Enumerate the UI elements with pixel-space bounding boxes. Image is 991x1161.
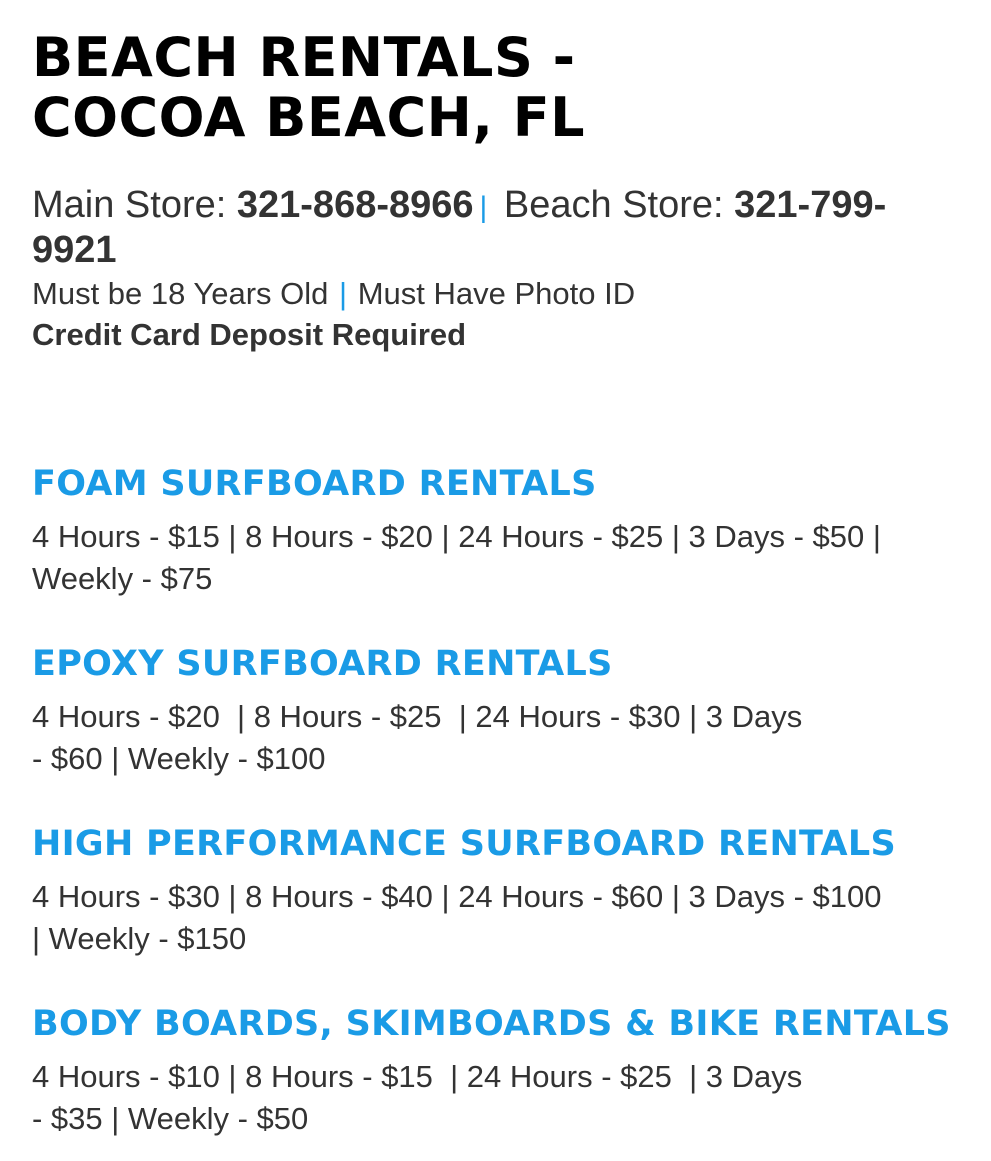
separator: |: [339, 276, 348, 311]
id-requirement: Must Have Photo ID: [349, 276, 636, 311]
price-list: 4 Hours - $30 | 8 Hours - $40 | 24 Hours…: [32, 879, 882, 956]
section-title: HIGH PERFORMANCE SURFBOARD RENTALS: [32, 824, 896, 864]
section-foam-surfboard: FOAM SURFBOARD RENTALS 4 Hours - $15 | 8…: [32, 464, 962, 600]
section-body-skim-bike: BODY BOARDS, SKIMBOARDS & BIKE RENTALS 4…: [32, 1004, 962, 1140]
age-requirement: Must be 18 Years Old: [32, 276, 338, 311]
separator: |: [479, 191, 488, 224]
store-phone-line: Main Store: 321-868-8966 | Beach Store: 3…: [32, 184, 962, 272]
section-title: EPOXY SURFBOARD RENTALS: [32, 644, 613, 684]
section-high-performance-surfboard: HIGH PERFORMANCE SURFBOARD RENTALS 4 Hou…: [32, 824, 962, 960]
main-store-label: Main Store:: [32, 184, 237, 226]
beach-store-label: Beach Store:: [493, 184, 735, 226]
section-title: FOAM SURFBOARD RENTALS: [32, 464, 597, 504]
rentals-page: BEACH RENTALS - COCOA BEACH, FL Main Sto…: [32, 26, 962, 1137]
price-list: 4 Hours - $20 | 8 Hours - $25 | 24 Hours…: [32, 699, 803, 776]
price-list: 4 Hours - $10 | 8 Hours - $15 | 24 Hours…: [32, 1059, 803, 1136]
section-epoxy-surfboard: EPOXY SURFBOARD RENTALS 4 Hours - $20 | …: [32, 644, 962, 780]
main-store-phone[interactable]: 321-868-8966: [237, 184, 474, 226]
page-title: BEACH RENTALS - COCOA BEACH, FL: [32, 26, 585, 149]
price-list: 4 Hours - $15 | 8 Hours - $20 | 24 Hours…: [32, 519, 881, 596]
requirements-line: Must be 18 Years Old | Must Have Photo I…: [32, 272, 962, 315]
deposit-requirement: Credit Card Deposit Required: [32, 317, 467, 352]
section-title: BODY BOARDS, SKIMBOARDS & BIKE RENTALS: [32, 1004, 951, 1044]
